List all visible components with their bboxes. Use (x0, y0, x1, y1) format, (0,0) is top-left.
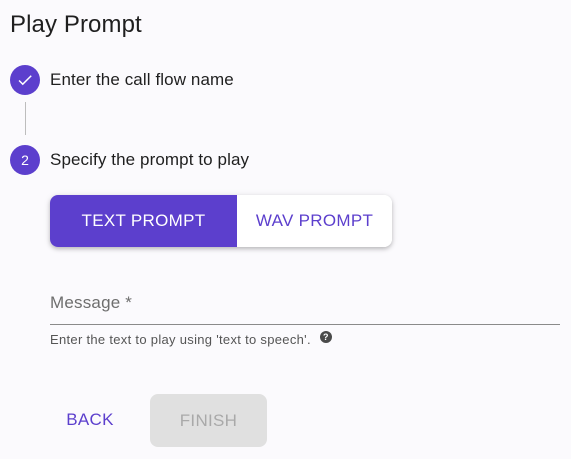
wav-prompt-button[interactable]: WAV PROMPT (237, 195, 392, 247)
step-call-flow-name[interactable]: Enter the call flow name (10, 65, 234, 95)
check-icon (18, 75, 32, 86)
step-label: Specify the prompt to play (50, 150, 250, 169)
step-specify-prompt[interactable]: 2 Specify the prompt to play (10, 145, 249, 175)
step-connector (25, 102, 26, 135)
step-number-badge: 2 (10, 145, 40, 175)
step-label: Enter the call flow name (50, 70, 234, 89)
back-button[interactable]: BACK (50, 394, 130, 446)
finish-button[interactable]: FINISH (150, 394, 267, 447)
message-field: Message * (50, 285, 560, 325)
text-prompt-button[interactable]: TEXT PROMPT (50, 195, 237, 247)
prompt-type-toggle: TEXT PROMPT WAV PROMPT (50, 195, 392, 247)
step-completed-badge (10, 65, 40, 95)
help-circle-icon[interactable]: ? (319, 330, 332, 343)
page-title: Play Prompt (10, 11, 142, 38)
helper-text: Enter the text to play using 'text to sp… (50, 332, 311, 347)
message-helper: Enter the text to play using 'text to sp… (50, 330, 332, 347)
message-input[interactable] (50, 285, 560, 323)
